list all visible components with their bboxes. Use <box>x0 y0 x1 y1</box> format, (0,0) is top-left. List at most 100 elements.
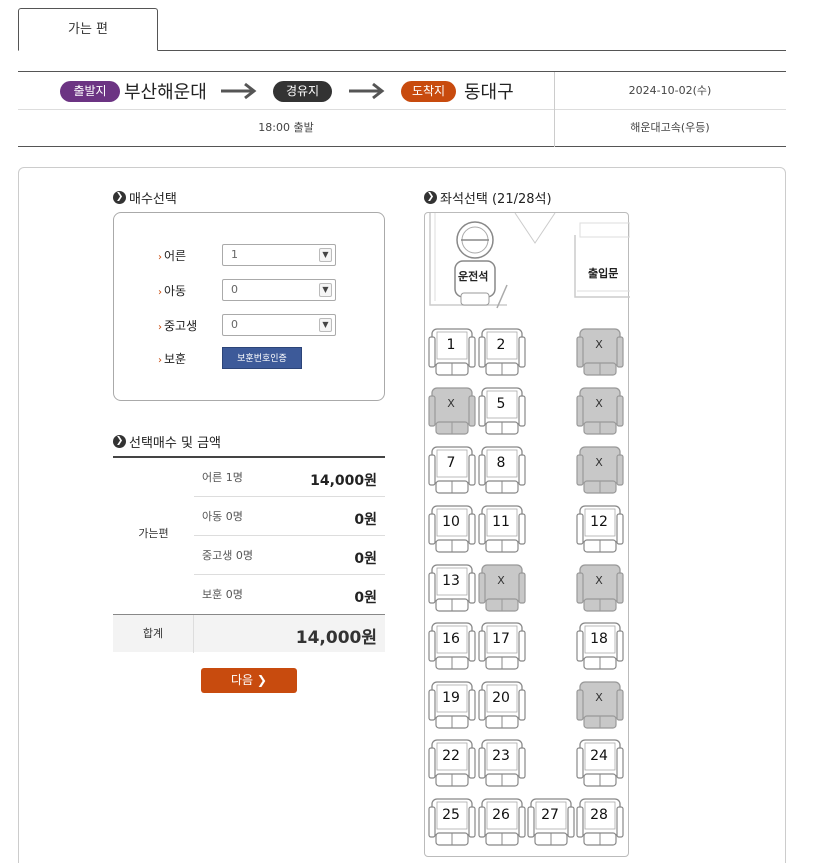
seat-8[interactable]: 8 <box>478 441 526 495</box>
adult-count-select[interactable]: 1 ▼ <box>222 244 336 266</box>
bus-front-layout <box>429 213 630 309</box>
seat-17[interactable]: 17 <box>478 617 526 671</box>
seat-occupied: X <box>576 382 624 436</box>
occupied-mark: X <box>595 691 603 704</box>
seat-25[interactable]: 25 <box>428 793 476 847</box>
seat-number: 22 <box>442 748 460 764</box>
divider <box>554 72 555 147</box>
bus-company: 해운대고속(우등) <box>630 121 710 134</box>
arrow-mark-icon: › <box>158 252 162 263</box>
seat-occupied: X <box>478 559 526 613</box>
tab-bar: 가는 편 <box>18 8 786 51</box>
seat-occupied: X <box>576 676 624 730</box>
seat-occupied: X <box>576 559 624 613</box>
seat-7[interactable]: 7 <box>428 441 476 495</box>
departure-badge: 출발지 <box>60 81 120 102</box>
seat-number: 28 <box>590 807 608 823</box>
seat-number: 1 <box>446 337 456 353</box>
arrow-right-icon <box>221 82 257 100</box>
seat-number: 23 <box>492 748 510 764</box>
row-value: 0원 <box>354 551 377 567</box>
seat-number: 24 <box>590 748 608 764</box>
section-title-text: 선택매수 및 금액 <box>129 436 221 451</box>
arrow-mark-icon: › <box>158 355 162 366</box>
chevron-down-icon: ▼ <box>319 248 332 262</box>
select-value: 1 <box>231 248 238 261</box>
chevron-circle-icon: ❯ <box>113 191 126 204</box>
row-value: 0원 <box>354 590 377 606</box>
seat-number: 7 <box>446 455 456 471</box>
seat-27[interactable]: 27 <box>527 793 575 847</box>
occupied-mark: X <box>595 397 603 410</box>
departure-name: 부산해운대 <box>124 82 207 103</box>
seat-2[interactable]: 2 <box>478 323 526 377</box>
seat-occupied: X <box>576 323 624 377</box>
occupied-mark: X <box>595 338 603 351</box>
section-title-text: 매수선택 <box>129 192 177 207</box>
seat-number: 2 <box>496 337 506 353</box>
seat-number: 25 <box>442 807 460 823</box>
chevron-down-icon: ▼ <box>319 318 332 332</box>
seat-19[interactable]: 19 <box>428 676 476 730</box>
total-row: 합계 14,000원 <box>113 614 385 653</box>
table-row: 어른 1명 14,000원 <box>194 458 385 497</box>
table-row: 아동 0명 0원 <box>194 497 385 536</box>
seat-20[interactable]: 20 <box>478 676 526 730</box>
seat-18[interactable]: 18 <box>576 617 624 671</box>
row-label: 어른 1명 <box>202 471 243 484</box>
child-count-select[interactable]: 0 ▼ <box>222 279 336 301</box>
arrow-mark-icon: › <box>158 322 162 333</box>
count-select-box: › 어른 1 ▼ › 아동 0 ▼ › 중고생 0 ▼ › 보훈 보훈번호인증 <box>113 212 385 401</box>
veteran-verify-button[interactable]: 보훈번호인증 <box>222 347 302 369</box>
departure-date: 2024-10-02(수) <box>628 84 712 97</box>
table-row: 보훈 0명 0원 <box>194 575 385 614</box>
label-text: 아동 <box>164 284 187 298</box>
seat-16[interactable]: 16 <box>428 617 476 671</box>
occupied-mark: X <box>497 574 505 587</box>
select-value: 0 <box>231 283 238 296</box>
driver-seat-label: 운전석 <box>458 270 489 283</box>
seat-24[interactable]: 24 <box>576 734 624 788</box>
seat-10[interactable]: 10 <box>428 500 476 554</box>
occupied-mark: X <box>595 574 603 587</box>
seat-1[interactable]: 1 <box>428 323 476 377</box>
row-label: 중고생 0명 <box>202 549 253 562</box>
total-label: 합계 <box>113 615 194 653</box>
door-label: 출입문 <box>588 267 619 280</box>
next-button[interactable]: 다음 ❯ <box>201 668 297 693</box>
seat-22[interactable]: 22 <box>428 734 476 788</box>
via-badge: 경유지 <box>273 81 332 102</box>
seat-number: 20 <box>492 690 510 706</box>
seat-12[interactable]: 12 <box>576 500 624 554</box>
row-label: 아동 0명 <box>202 510 243 523</box>
section-title-text: 좌석선택 (21/28석) <box>440 192 552 207</box>
chevron-circle-icon: ❯ <box>113 435 126 448</box>
arrival-name: 동대구 <box>464 82 514 103</box>
seat-13[interactable]: 13 <box>428 559 476 613</box>
seat-number: 13 <box>442 573 460 589</box>
arrival-badge: 도착지 <box>401 81 456 102</box>
veteran-label: › 보훈 <box>158 350 186 367</box>
seat-28[interactable]: 28 <box>576 793 624 847</box>
table-row: 중고생 0명 0원 <box>194 536 385 575</box>
adult-label: › 어른 <box>158 247 186 264</box>
child-label: › 아동 <box>158 282 186 299</box>
seat-number: 16 <box>442 631 460 647</box>
total-value: 14,000원 <box>295 628 377 648</box>
row-value: 0원 <box>354 512 377 528</box>
seat-occupied: X <box>576 441 624 495</box>
row-label: 보훈 0명 <box>202 588 243 601</box>
seat-number: 17 <box>492 631 510 647</box>
seat-5[interactable]: 5 <box>478 382 526 436</box>
chevron-down-icon: ▼ <box>319 283 332 297</box>
chevron-circle-icon: ❯ <box>424 191 437 204</box>
tab-outbound[interactable]: 가는 편 <box>18 8 158 51</box>
student-count-select[interactable]: 0 ▼ <box>222 314 336 336</box>
route-info: 출발지 부산해운대 경유지 도착지 동대구 2024-10-02(수) 18:0… <box>18 71 786 147</box>
seat-26[interactable]: 26 <box>478 793 526 847</box>
seat-number: 26 <box>492 807 510 823</box>
seat-23[interactable]: 23 <box>478 734 526 788</box>
departure-time: 18:00 출발 <box>258 121 314 134</box>
seat-map: 운전석 출입문 1 2 X X 5 X 7 8 X 10 11 12 13 X X 16 17 18 19 20 X 22… <box>424 212 630 857</box>
seat-11[interactable]: 11 <box>478 500 526 554</box>
